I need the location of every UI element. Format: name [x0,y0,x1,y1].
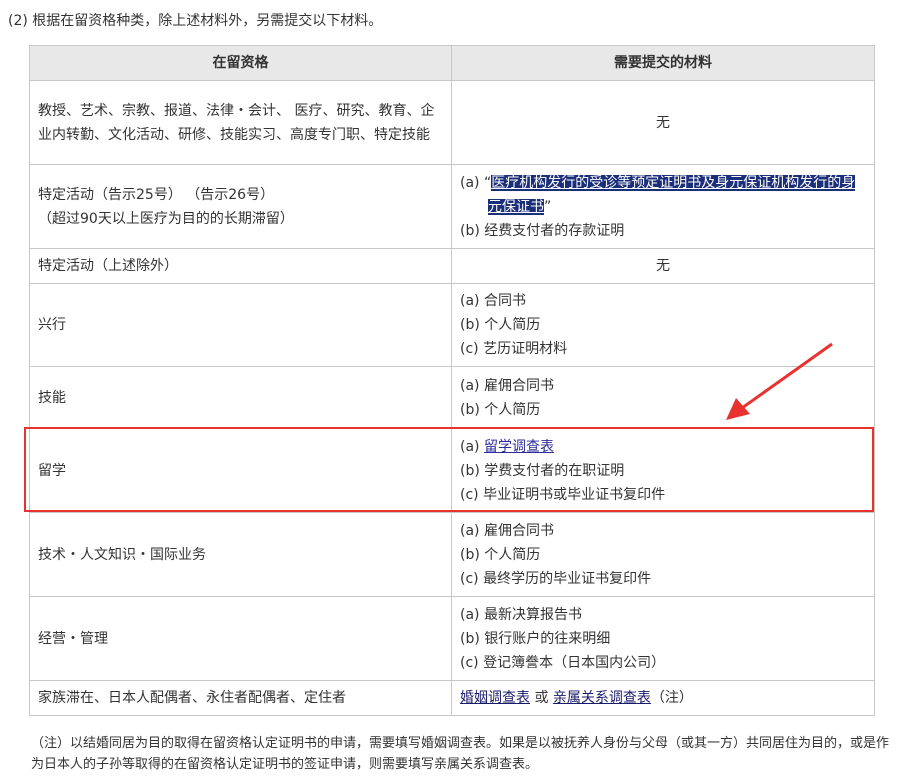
material-item: (c) 最终学历的毕业证书复印件 [460,570,652,587]
materials-cell: 无 [451,248,875,284]
item-prefix: (a) [460,438,484,455]
relatives-questionnaire-link[interactable]: 亲属关系调查表 [553,690,651,706]
table-row: 特定活动（上述除外） 无 [29,248,875,284]
footnote: （注）以结婚同居为目的取得在留资格认定证明书的申请，需要填写婚姻调查表。如果是以… [31,736,890,772]
material-item: (b) 个人简历 [460,317,541,333]
study-questionnaire-link[interactable]: 留学调查表 [484,439,554,455]
material-item: (a) 合同书 [460,293,526,309]
header-materials: 需要提交的材料 [451,45,875,81]
material-item: (a) 留学调查表 [460,435,866,459]
material-item: (b) 个人简历 [460,546,541,563]
item-suffix: ” [544,198,552,215]
materials-cell: 无 [451,80,875,165]
material-item: (a) “医疗机构发行的受诊等预定证明书及身元保证机构发行的身元保证书” [460,171,866,219]
materials-cell: (a) “医疗机构发行的受诊等预定证明书及身元保证机构发行的身元保证书” (b)… [451,164,875,249]
header-status: 在留资格 [29,45,452,81]
red-arrow-icon [726,342,833,420]
material-item: (c) 登记簿誊本（日本国内公司） [460,654,666,671]
table-row: 家族滞在、日本人配偶者、永住者配偶者、定住者 婚姻调查表 或 亲属关系调查表（注… [29,680,875,716]
material-item: (a) 最新决算报告书 [460,606,582,623]
item-prefix: (a) “ [460,174,492,191]
materials-cell: (a) 雇佣合同书 (b) 个人简历 (c) 最终学历的毕业证书复印件 [451,512,875,597]
note-ref: （注） [650,690,693,706]
status-cell: 技能 [29,366,452,429]
status-cell: 特定活动（告示25号） （告示26号） （超过90天以上医疗为目的的长期滞留） [29,164,452,249]
materials-cell: 婚姻调查表 或 亲属关系调查表（注） [451,680,875,716]
material-item: (b) 经费支付者的存款证明 [460,222,625,239]
material-item: (b) 银行账户的往来明细 [460,630,611,647]
intro-text: (2) 根据在留资格种类，除上述材料外，另需提交以下材料。 [8,13,383,29]
table-row: 教授、艺术、宗教、报道、法律・会计、 医疗、研究、教育、企业内转勤、文化活动、研… [29,80,875,165]
status-line: 特定活动（告示25号） （告示26号） [38,186,275,203]
table-row: 经营・管理 (a) 最新决算报告书 (b) 银行账户的往来明细 (c) 登记簿誊… [29,596,875,681]
materials-cell: (a) 留学调查表 (b) 学费支付者的在职证明 (c) 毕业证明书或毕业证书复… [451,428,875,513]
table-header-row: 在留资格 需要提交的材料 [29,45,875,81]
table-row-study: 留学 (a) 留学调查表 (b) 学费支付者的在职证明 (c) 毕业证明书或毕业… [29,428,875,513]
marriage-questionnaire-link[interactable]: 婚姻调查表 [460,690,530,706]
material-item: (c) 毕业证明书或毕业证书复印件 [460,486,666,503]
status-cell: 经营・管理 [29,596,452,681]
materials-cell: (a) 最新决算报告书 (b) 银行账户的往来明细 (c) 登记簿誊本（日本国内… [451,596,875,681]
status-note: （超过90天以上医疗为目的的长期滞留） [38,210,294,227]
status-cell: 家族滞在、日本人配偶者、永住者配偶者、定住者 [29,680,452,716]
material-item: (b) 学费支付者的在职证明 [460,462,625,479]
status-cell: 留学 [29,428,452,513]
status-cell: 技术・人文知识・国际业务 [29,512,452,597]
status-cell: 兴行 [29,283,452,367]
or-text: 或 [530,690,553,706]
status-cell: 教授、艺术、宗教、报道、法律・会计、 医疗、研究、教育、企业内转勤、文化活动、研… [29,80,452,165]
table-row: 技术・人文知识・国际业务 (a) 雇佣合同书 (b) 个人简历 (c) 最终学历… [29,512,875,597]
status-cell: 特定活动（上述除外） [29,248,452,284]
material-item: (a) 雇佣合同书 [460,522,554,539]
table-row: 特定活动（告示25号） （告示26号） （超过90天以上医疗为目的的长期滞留） … [29,164,875,249]
